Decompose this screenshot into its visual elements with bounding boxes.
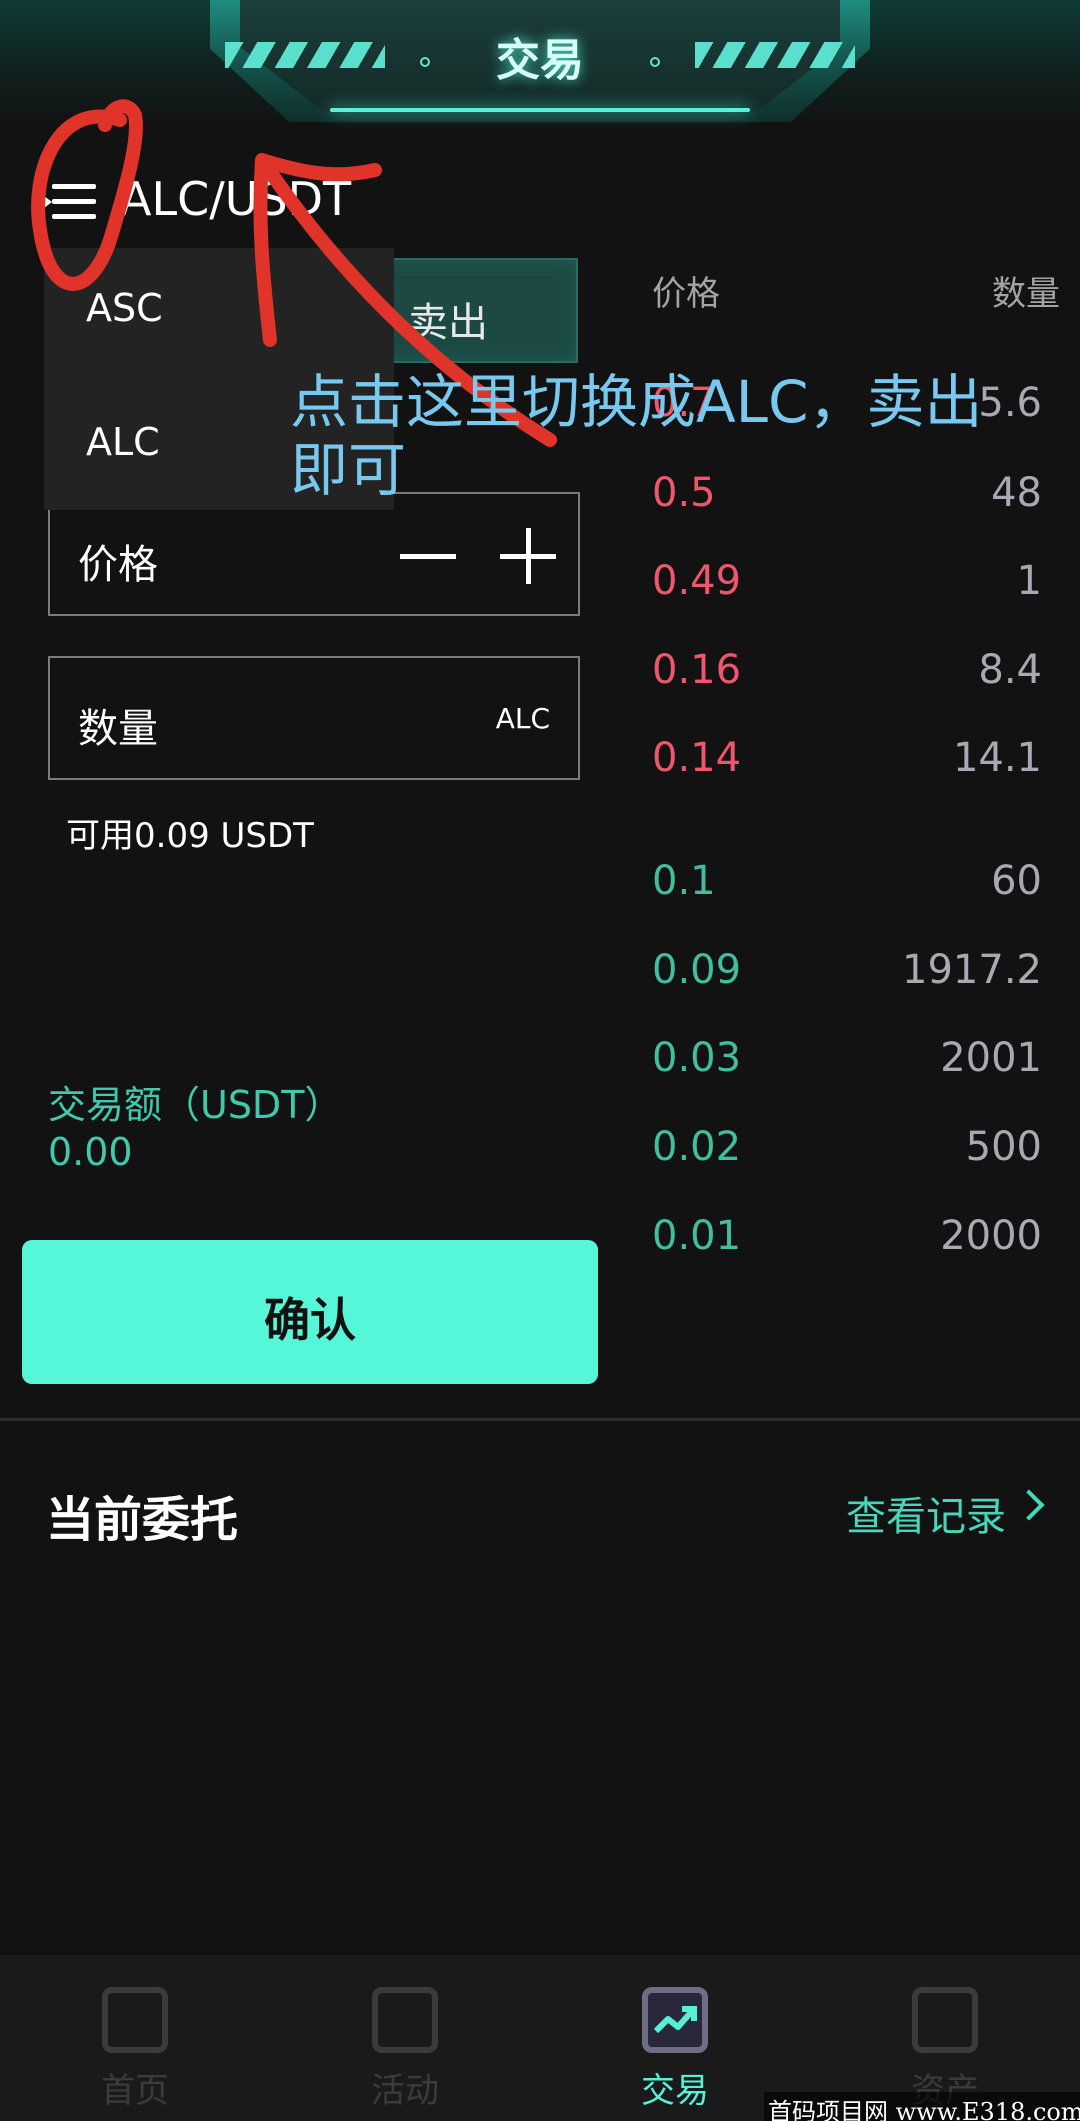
bid-price: 0.1 [652,858,716,904]
orderbook-ask-row[interactable]: 0.49 1 [652,558,1042,618]
view-history-link[interactable]: 查看记录 [846,1484,1006,1542]
orderbook-price-header: 价格 [652,274,720,314]
watermark: 首码项目网 www.E318.com [764,2092,1080,2121]
ask-qty: 14.1 [952,735,1042,781]
ask-qty: 8.4 [978,647,1042,693]
top-header: 交易 [0,0,1080,125]
available-balance: 可用0.09 USDT [66,816,314,856]
ask-qty: 1 [1016,558,1042,604]
price-field-label: 价格 [78,542,158,588]
annotation-text: 点击这里切换成ALC，卖出 即可 [290,368,1030,504]
trade-amount-value: 0.00 [48,1130,133,1174]
sell-tab-label: 卖出 [408,300,488,346]
header-glow [330,108,750,112]
price-field[interactable]: 价格 [48,492,580,616]
current-orders-title: 当前委托 [46,1492,239,1548]
nav-label-activity: 活动 [371,2071,439,2111]
nav-label-home: 首页 [101,2071,169,2111]
orderbook-qty-header: 数量 [992,274,1060,314]
dropdown-item-alc[interactable]: ALC [86,420,160,464]
quantity-field[interactable]: 数量 ALC [48,656,580,780]
section-divider [0,1418,1080,1421]
menu-icon[interactable] [40,180,96,224]
page-title: 交易 [496,35,584,86]
orderbook-ask-row[interactable]: 0.14 14.1 [652,735,1042,795]
quantity-unit: ALC [495,702,550,735]
plus-icon-vertical [526,528,531,584]
ask-price: 0.14 [652,735,742,781]
nav-item-home[interactable]: 首页 [0,1955,270,2121]
orderbook-bid-row[interactable]: 0.09 1917.2 [652,947,1042,1007]
orderbook-bid-row[interactable]: 0.1 60 [652,858,1042,918]
minus-icon [400,554,456,559]
bid-qty: 2000 [940,1213,1042,1259]
wallet-icon [912,1987,978,2053]
menu-line-2 [52,199,96,204]
trend-chart-svg [653,2006,697,2034]
bid-price: 0.09 [652,947,742,993]
bid-price: 0.03 [652,1035,742,1081]
home-icon [102,1987,168,2053]
orderbook-ask-row[interactable]: 0.16 8.4 [652,647,1042,707]
bid-qty: 1917.2 [902,947,1042,993]
annotation-line-1: 点击这里切换成ALC，卖出 [290,368,983,436]
trade-amount-label: 交易额（USDT） [48,1083,343,1127]
sell-tab[interactable]: 卖出 [370,258,578,363]
menu-triangle [40,193,52,211]
chevron-right-icon[interactable] [1013,1489,1045,1521]
annotation-line-2: 即可 [290,436,407,504]
orderbook-bid-row[interactable]: 0.02 500 [652,1124,1042,1184]
menu-line-3 [52,214,96,219]
bid-price: 0.01 [652,1213,742,1259]
orderbook-bid-row[interactable]: 0.03 2001 [652,1035,1042,1095]
quantity-field-label: 数量 [78,706,158,752]
book-icon [372,1987,438,2053]
trend-chart-icon [642,1987,708,2053]
orderbook-bid-row[interactable]: 0.01 2000 [652,1213,1042,1273]
nav-item-activity[interactable]: 活动 [270,1955,540,2121]
ask-price: 0.16 [652,647,742,693]
menu-line-1 [52,184,96,189]
trading-pair-label[interactable]: ALC/USDT [120,172,351,226]
confirm-button-label: 确认 [264,1293,356,1347]
bid-qty: 500 [965,1124,1042,1170]
ask-price: 0.49 [652,558,742,604]
bid-qty: 60 [991,858,1042,904]
bid-qty: 2001 [940,1035,1042,1081]
confirm-button[interactable]: 确认 [22,1240,598,1384]
bid-price: 0.02 [652,1124,742,1170]
dropdown-item-asc[interactable]: ASC [86,286,163,330]
